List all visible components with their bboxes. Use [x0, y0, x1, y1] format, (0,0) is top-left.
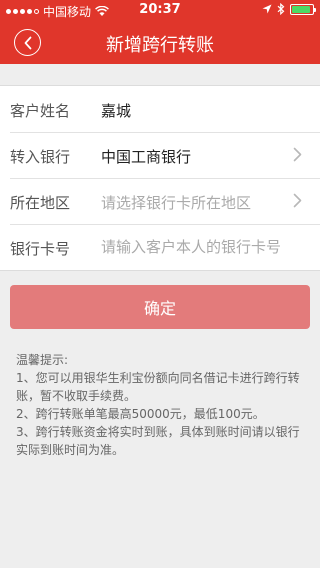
- region-placeholder: 请选择银行卡所在地区: [101, 194, 252, 212]
- app-header: 中国移动 20:37 新增跨行转账: [0, 0, 320, 64]
- customer-name-value: 嘉城: [101, 102, 132, 120]
- tips-title: 温馨提示:: [16, 353, 69, 367]
- location-arrow-icon: [262, 4, 272, 14]
- region-label: 所在地区: [10, 194, 71, 212]
- bank-value: 中国工商银行: [101, 148, 192, 166]
- form-row-bank[interactable]: 转入银行 中国工商银行: [0, 132, 320, 178]
- tip-item: 1、您可以用银华生利宝份额向同名借记卡进行跨行转账，暂不收取手续费。: [16, 371, 300, 403]
- battery-fill: [292, 5, 310, 13]
- transfer-form: 客户姓名 嘉城 转入银行 中国工商银行 所在地区 请选择银行卡所在地区 银行卡号: [0, 85, 320, 271]
- card-number-label: 银行卡号: [10, 240, 71, 258]
- card-number-field-wrap: [101, 238, 301, 256]
- form-row-region[interactable]: 所在地区 请选择银行卡所在地区: [0, 178, 320, 224]
- nav-bar: 新增跨行转账: [0, 20, 320, 64]
- tip-item: 2、跨行转账单笔最高50000元，最低100元。: [16, 407, 265, 421]
- confirm-button[interactable]: 确定: [10, 285, 310, 329]
- status-bar: 中国移动 20:37: [0, 0, 320, 20]
- form-row-card-number: 银行卡号: [0, 224, 320, 270]
- chevron-right-icon: [293, 147, 302, 162]
- customer-name-label: 客户姓名: [10, 102, 71, 120]
- status-right: [262, 3, 316, 15]
- card-number-input[interactable]: [101, 238, 301, 256]
- chevron-right-icon: [293, 193, 302, 208]
- tip-item: 3、跨行转账资金将实时到账，具体到账时间请以银行实际到账时间为准。: [16, 425, 300, 457]
- form-row-customer-name: 客户姓名 嘉城: [0, 86, 320, 132]
- page-title: 新增跨行转账: [106, 35, 214, 56]
- bluetooth-icon: [277, 3, 285, 15]
- battery-icon: [290, 3, 316, 15]
- bank-label: 转入银行: [10, 148, 71, 166]
- tips-section: 温馨提示: 1、您可以用银华生利宝份额向同名借记卡进行跨行转账，暂不收取手续费。…: [16, 351, 310, 459]
